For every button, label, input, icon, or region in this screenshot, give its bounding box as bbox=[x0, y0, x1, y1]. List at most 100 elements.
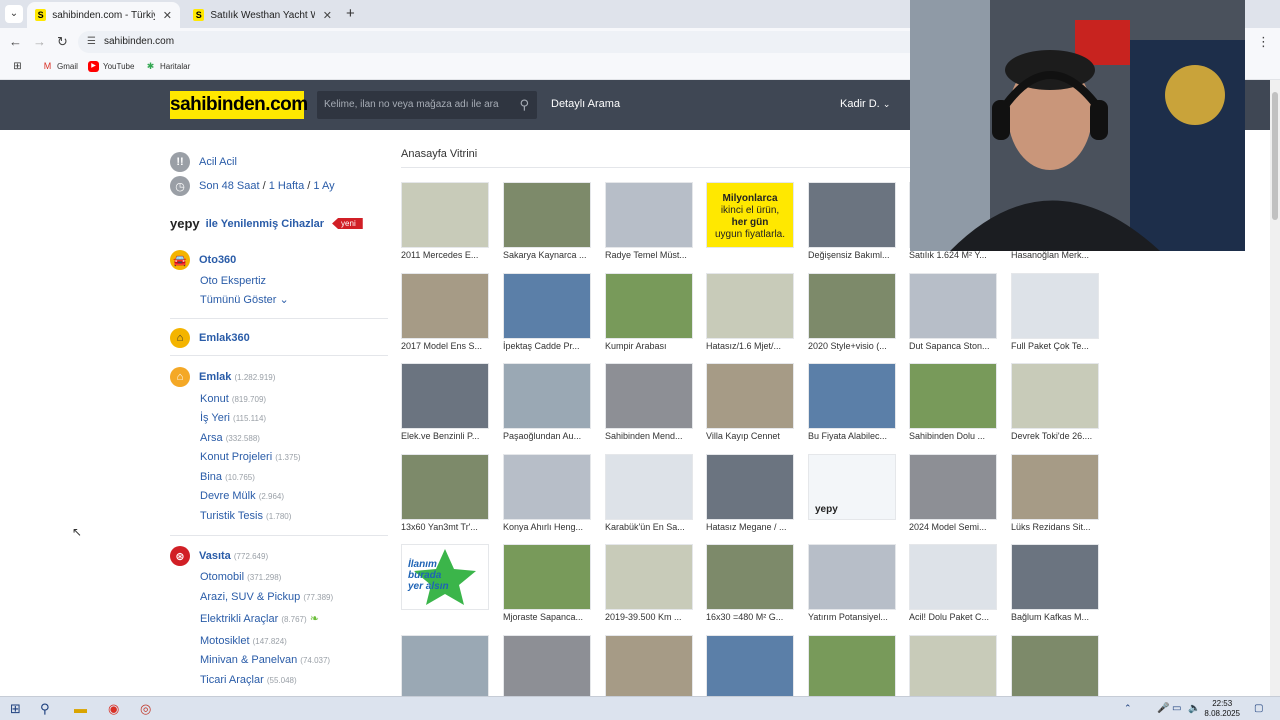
listing-thumbnail[interactable] bbox=[605, 544, 693, 610]
listing-card[interactable]: Elek.ve Benzinli P... bbox=[401, 363, 489, 447]
listing-thumbnail[interactable] bbox=[401, 273, 489, 339]
bookmark-gmail[interactable]: M Gmail bbox=[42, 61, 78, 72]
listing-title[interactable]: Bu Fiyata Alabilec... bbox=[808, 431, 896, 441]
listing-title[interactable]: Devrek Toki'de 26.... bbox=[1011, 431, 1099, 441]
listing-title[interactable]: Yatırım Potansiyel... bbox=[808, 612, 896, 622]
listing-title[interactable]: Karabük'ün En Sa... bbox=[605, 522, 693, 532]
listing-thumbnail[interactable] bbox=[808, 635, 896, 701]
listing-thumbnail[interactable] bbox=[1011, 454, 1099, 520]
promo-banner[interactable]: Milyonlarca ikinci el ürün, her gün uygun f… bbox=[706, 182, 794, 248]
sidebar-item-devre-mulk[interactable]: Devre Mülk (2.964) bbox=[200, 490, 284, 502]
listing-title[interactable]: 2019-39.500 Km ... bbox=[605, 612, 693, 622]
listing-thumbnail[interactable] bbox=[909, 544, 997, 610]
listing-thumbnail[interactable] bbox=[503, 454, 591, 520]
listing-card[interactable]: yepy bbox=[808, 454, 896, 538]
listing-title[interactable]: Lüks Rezidans Sit... bbox=[1011, 522, 1099, 532]
listing-title[interactable]: Bağlum Kafkas M... bbox=[1011, 612, 1099, 622]
listing-thumbnail[interactable] bbox=[503, 182, 591, 248]
listing-thumbnail[interactable] bbox=[909, 363, 997, 429]
listing-card[interactable]: İpektaş Cadde Pr... bbox=[503, 273, 591, 357]
tab-search-icon[interactable]: ⌄ bbox=[5, 5, 23, 23]
place-ad-banner[interactable]: İlanım burada yer alsın bbox=[401, 544, 489, 610]
listing-title[interactable]: 2011 Mercedes E... bbox=[401, 250, 489, 260]
listing-title[interactable]: 16x30 =480 M² G... bbox=[706, 612, 794, 622]
listing-title[interactable]: Sakarya Kaynarca ... bbox=[503, 250, 591, 260]
listing-card[interactable]: 2024 Model Semi... bbox=[909, 454, 997, 538]
listing-thumbnail[interactable] bbox=[401, 454, 489, 520]
scrollbar-thumb[interactable] bbox=[1272, 92, 1278, 220]
listing-title[interactable]: Elek.ve Benzinli P... bbox=[401, 431, 489, 441]
yepy-promo-banner[interactable]: yepy bbox=[808, 454, 896, 520]
bookmark-youtube[interactable]: ▶ YouTube bbox=[88, 61, 134, 72]
listing-thumbnail[interactable] bbox=[605, 273, 693, 339]
new-tab-icon[interactable]: + bbox=[346, 5, 355, 22]
search-input[interactable]: Kelime, ilan no veya mağaza adı ile ara … bbox=[317, 91, 537, 119]
listing-thumbnail[interactable] bbox=[401, 363, 489, 429]
oto360-heading[interactable]: 🚘 Oto360 bbox=[170, 250, 236, 270]
chrome-icon[interactable]: ◉ bbox=[108, 701, 119, 717]
listing-card[interactable]: 2017 Model Ens S... bbox=[401, 273, 489, 357]
listing-card[interactable]: Sahibinden Mend... bbox=[605, 363, 693, 447]
site-info-icon[interactable]: ☰ bbox=[87, 31, 96, 53]
listing-title[interactable]: Değişensiz Bakıml... bbox=[808, 250, 896, 260]
listing-card[interactable]: Acil! Dolu Paket C... bbox=[909, 544, 997, 628]
file-explorer-icon[interactable]: ▬ bbox=[74, 701, 87, 716]
listing-thumbnail[interactable] bbox=[503, 273, 591, 339]
listing-title[interactable]: Radye Temel Müst... bbox=[605, 250, 693, 260]
listing-card[interactable]: Dut Sapanca Ston... bbox=[909, 273, 997, 357]
listing-title[interactable]: Hasanoğlan Merk... bbox=[1011, 250, 1099, 260]
listing-thumbnail[interactable] bbox=[605, 363, 693, 429]
listing-card[interactable]: Mjoraste Sapanca... bbox=[503, 544, 591, 628]
sidebar-item-elektrikli[interactable]: Elektrikli Araçlar (8.767) ❧ bbox=[200, 612, 319, 625]
listing-card[interactable]: Paşaoğlundan Au... bbox=[503, 363, 591, 447]
browser-tab-active[interactable]: S sahibinden.com - Türkiye'nin Ö ✕ bbox=[27, 2, 180, 28]
vasita-heading[interactable]: ⊛ Vasıta (772.649) bbox=[170, 546, 268, 566]
listing-thumbnail[interactable] bbox=[808, 182, 896, 248]
listing-thumbnail[interactable] bbox=[909, 454, 997, 520]
listing-card[interactable]: 2020 Style+visio (... bbox=[808, 273, 896, 357]
listing-title[interactable]: Satılık 1.624 M² Y... bbox=[909, 250, 997, 260]
urgent-link[interactable]: !! Acil Acil bbox=[170, 152, 237, 172]
listing-card[interactable]: Konya Ahırlı Heng... bbox=[503, 454, 591, 538]
listing-thumbnail[interactable] bbox=[1011, 363, 1099, 429]
listing-card[interactable]: 16x30 =480 M² G... bbox=[706, 544, 794, 628]
listing-title[interactable]: Villa Kayıp Cennet bbox=[706, 431, 794, 441]
listing-card[interactable]: Bu Fiyata Alabilec... bbox=[808, 363, 896, 447]
close-tab-icon[interactable]: ✕ bbox=[163, 9, 172, 22]
back-arrow-icon[interactable]: ← bbox=[9, 34, 22, 49]
listing-card[interactable]: Devrek Toki'de 26.... bbox=[1011, 363, 1099, 447]
yepy-link[interactable]: yepy ile Yenilenmiş Cihazlar yeni bbox=[170, 216, 363, 231]
network-icon[interactable]: ▭ bbox=[1172, 703, 1181, 714]
listing-card[interactable]: Lüks Rezidans Sit... bbox=[1011, 454, 1099, 538]
listing-thumbnail[interactable] bbox=[503, 544, 591, 610]
listing-thumbnail[interactable] bbox=[909, 273, 997, 339]
listing-card[interactable]: Karabük'ün En Sa... bbox=[605, 454, 693, 538]
sidebar-item-turistik-tesis[interactable]: Turistik Tesis (1.780) bbox=[200, 510, 291, 522]
listing-title[interactable]: Kumpir Arabası bbox=[605, 341, 693, 351]
sidebar-item-konut-projeleri[interactable]: Konut Projeleri (1.375) bbox=[200, 451, 301, 463]
sidebar-item-minivan[interactable]: Minivan & Panelvan (74.037) bbox=[200, 654, 330, 666]
menu-icon[interactable]: ⋮ bbox=[1257, 34, 1270, 50]
listing-card[interactable]: Yatırım Potansiyel... bbox=[808, 544, 896, 628]
bookmark-maps[interactable]: ✱ Haritalar bbox=[145, 61, 191, 72]
listing-thumbnail[interactable] bbox=[808, 273, 896, 339]
listing-title[interactable]: Acil! Dolu Paket C... bbox=[909, 612, 997, 622]
emlak-heading[interactable]: ⌂ Emlak (1.282.919) bbox=[170, 367, 275, 387]
listing-card[interactable]: Sakarya Kaynarca ... bbox=[503, 182, 591, 266]
sidebar-item-ticari[interactable]: Ticari Araçlar (55.048) bbox=[200, 674, 297, 686]
sidebar-item-motosiklet[interactable]: Motosiklet (147.824) bbox=[200, 635, 287, 647]
listing-card[interactable]: Sahibinden Dolu ... bbox=[909, 363, 997, 447]
microphone-icon[interactable]: 🎤 bbox=[1157, 703, 1169, 714]
listing-card[interactable]: Hatasız/1.6 Mjet/... bbox=[706, 273, 794, 357]
listing-title[interactable]: Hatasız Megane / ... bbox=[706, 522, 794, 532]
listing-thumbnail[interactable] bbox=[706, 363, 794, 429]
user-menu[interactable]: Kadir D. ⌄ bbox=[840, 98, 890, 110]
listing-card[interactable]: Milyonlarca ikinci el ürün, her gün uygun f… bbox=[706, 182, 794, 266]
oto-ekspertiz-link[interactable]: Oto Ekspertiz bbox=[200, 275, 266, 287]
listing-thumbnail[interactable] bbox=[1011, 273, 1099, 339]
listing-thumbnail[interactable] bbox=[909, 635, 997, 701]
volume-icon[interactable]: 🔈 bbox=[1188, 703, 1200, 714]
apps-icon[interactable]: ⊞ bbox=[12, 61, 27, 72]
listing-thumbnail[interactable] bbox=[605, 182, 693, 248]
listing-thumbnail[interactable] bbox=[605, 635, 693, 701]
